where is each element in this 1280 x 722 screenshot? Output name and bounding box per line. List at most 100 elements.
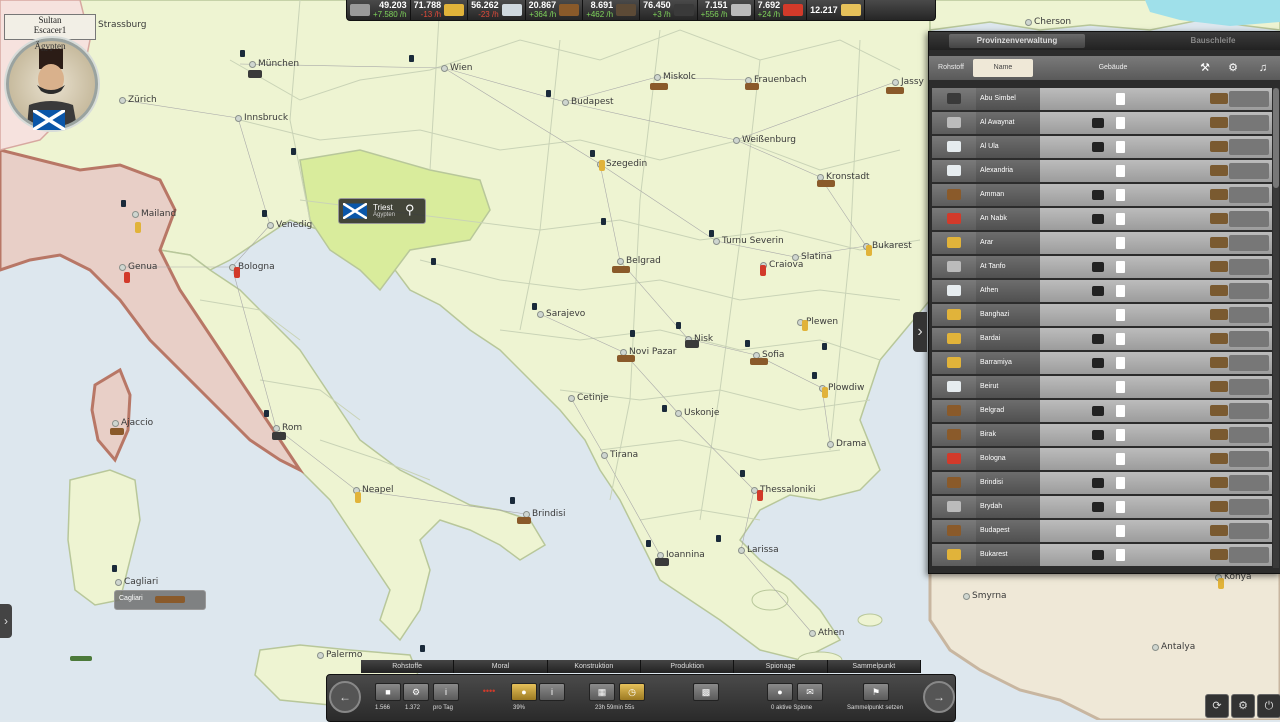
- city-label[interactable]: Wien: [440, 63, 472, 73]
- army-unit[interactable]: [662, 405, 667, 412]
- province-row[interactable]: Brydah: [932, 496, 1272, 518]
- build-arrow-icon[interactable]: [1210, 381, 1228, 392]
- unit-icon[interactable]: [1092, 502, 1104, 512]
- row-controls[interactable]: [1229, 451, 1269, 467]
- city-label[interactable]: Belgrad: [617, 256, 661, 266]
- build-arrow-icon[interactable]: [1210, 309, 1228, 320]
- music-note-icon[interactable]: ♫: [1255, 60, 1271, 76]
- province-name[interactable]: Alexandria: [976, 160, 1040, 182]
- building-slot-icon[interactable]: [1116, 213, 1125, 225]
- city-label[interactable]: Uskonje: [674, 408, 719, 418]
- army-unit[interactable]: [240, 50, 245, 57]
- building-slot-icon[interactable]: [1116, 141, 1125, 153]
- army-unit[interactable]: [546, 90, 551, 97]
- province-row[interactable]: Alexandria: [932, 160, 1272, 182]
- city-label[interactable]: Frauenbach: [745, 75, 807, 85]
- city-label[interactable]: Cetinje: [568, 393, 609, 403]
- army-unit[interactable]: [716, 535, 721, 542]
- left-panel-handle[interactable]: ›: [0, 604, 12, 638]
- row-controls[interactable]: [1229, 283, 1269, 299]
- build-arrow-icon[interactable]: [1210, 333, 1228, 344]
- province-row[interactable]: Barramiya: [932, 352, 1272, 374]
- province-row[interactable]: Bologna: [932, 448, 1272, 470]
- city-label[interactable]: Ajaccio: [111, 418, 153, 428]
- city-label[interactable]: München: [248, 59, 299, 69]
- city-label[interactable]: Athen: [808, 628, 844, 638]
- resource-item[interactable]: 76.450 +3 /h: [640, 0, 698, 20]
- building-slot-icon[interactable]: [1116, 477, 1125, 489]
- next-province-button[interactable]: →: [923, 681, 955, 713]
- province-row[interactable]: An Nabk: [932, 208, 1272, 230]
- bottom-tab[interactable]: Rohstoffe: [361, 660, 455, 673]
- army-unit[interactable]: [709, 230, 714, 237]
- resource-item[interactable]: 49.203 +7.580 /h: [347, 0, 411, 20]
- row-controls[interactable]: [1229, 91, 1269, 107]
- city-label[interactable]: Cherson: [1024, 17, 1071, 27]
- army-unit[interactable]: [646, 540, 651, 547]
- city-label[interactable]: Budapest: [562, 97, 614, 107]
- resource-item[interactable]: 7.692 +24 /h: [755, 0, 808, 20]
- building-slot-icon[interactable]: [1116, 261, 1125, 273]
- power-icon[interactable]: ⏻: [1257, 694, 1280, 718]
- gears-icon[interactable]: ⚙: [403, 683, 429, 701]
- province-name[interactable]: Budapest: [976, 520, 1040, 542]
- panel-collapse-handle[interactable]: ›: [913, 312, 927, 352]
- army-unit[interactable]: [264, 410, 269, 417]
- row-controls[interactable]: [1229, 427, 1269, 443]
- province-row[interactable]: Birak: [932, 424, 1272, 446]
- unit-icon[interactable]: [1092, 214, 1104, 224]
- province-name[interactable]: Al Ula: [976, 136, 1040, 158]
- bottom-tab[interactable]: Sammelpunkt: [828, 660, 921, 673]
- build-arrow-icon[interactable]: [1210, 213, 1228, 224]
- unit-icon[interactable]: [1092, 286, 1104, 296]
- city-label[interactable]: Larissa: [738, 545, 779, 555]
- build-arrow-icon[interactable]: [1210, 405, 1228, 416]
- build-arrow-icon[interactable]: [1210, 261, 1228, 272]
- province-row[interactable]: Budapest: [932, 520, 1272, 542]
- city-label[interactable]: Genua: [118, 262, 157, 272]
- building-slot-icon[interactable]: [1116, 333, 1125, 345]
- army-unit[interactable]: [431, 258, 436, 265]
- province-name[interactable]: Arar: [976, 232, 1040, 254]
- province-name[interactable]: Birak: [976, 424, 1040, 446]
- city-label[interactable]: Bukarest: [863, 241, 912, 251]
- building-slot-icon[interactable]: [1116, 165, 1125, 177]
- bottom-tab[interactable]: Konstruktion: [548, 660, 641, 673]
- building-slot-icon[interactable]: [1116, 189, 1125, 201]
- resource-item[interactable]: 71.788 -13 /h: [411, 0, 469, 20]
- city-label[interactable]: Antalya: [1151, 642, 1195, 652]
- city-label[interactable]: Sarajevo: [536, 309, 585, 319]
- army-unit[interactable]: [291, 148, 296, 155]
- row-controls[interactable]: [1229, 523, 1269, 539]
- row-controls[interactable]: [1229, 547, 1269, 563]
- row-controls[interactable]: [1229, 259, 1269, 275]
- construction-icon[interactable]: ▦: [589, 683, 615, 701]
- city-label[interactable]: Jassy: [892, 77, 924, 87]
- build-arrow-icon[interactable]: [1210, 189, 1228, 200]
- city-label[interactable]: Plewen: [796, 317, 838, 327]
- province-name[interactable]: Bologna: [976, 448, 1040, 470]
- resource-item[interactable]: 12.217: [807, 0, 865, 20]
- province-name[interactable]: An Nabk: [976, 208, 1040, 230]
- province-row[interactable]: Bukarest: [932, 544, 1272, 566]
- building-slot-icon[interactable]: [1116, 549, 1125, 561]
- army-unit[interactable]: [745, 340, 750, 347]
- army-unit[interactable]: [601, 218, 606, 225]
- build-arrow-icon[interactable]: [1210, 525, 1228, 536]
- city-label[interactable]: Miskolc: [654, 72, 696, 82]
- building-slot-icon[interactable]: [1116, 357, 1125, 369]
- unit-icon[interactable]: [1092, 118, 1104, 128]
- prev-province-button[interactable]: ←: [329, 681, 361, 713]
- army-unit[interactable]: [630, 330, 635, 337]
- city-label[interactable]: Smyrna: [963, 591, 1007, 601]
- city-label[interactable]: Slatina: [792, 252, 832, 262]
- province-row[interactable]: Abu Simbel: [932, 88, 1272, 110]
- tab-provinzenverwaltung[interactable]: Provinzenverwaltung: [949, 34, 1085, 48]
- city-label[interactable]: Strassburg: [89, 20, 147, 30]
- province-row[interactable]: Al Ula: [932, 136, 1272, 158]
- city-label[interactable]: Venedig: [266, 220, 312, 230]
- build-arrow-icon[interactable]: [1210, 117, 1228, 128]
- rally-point-icon[interactable]: ⚑: [863, 683, 889, 701]
- bottom-tab[interactable]: Produktion: [641, 660, 735, 673]
- construction-clock-icon[interactable]: ◷: [619, 683, 645, 701]
